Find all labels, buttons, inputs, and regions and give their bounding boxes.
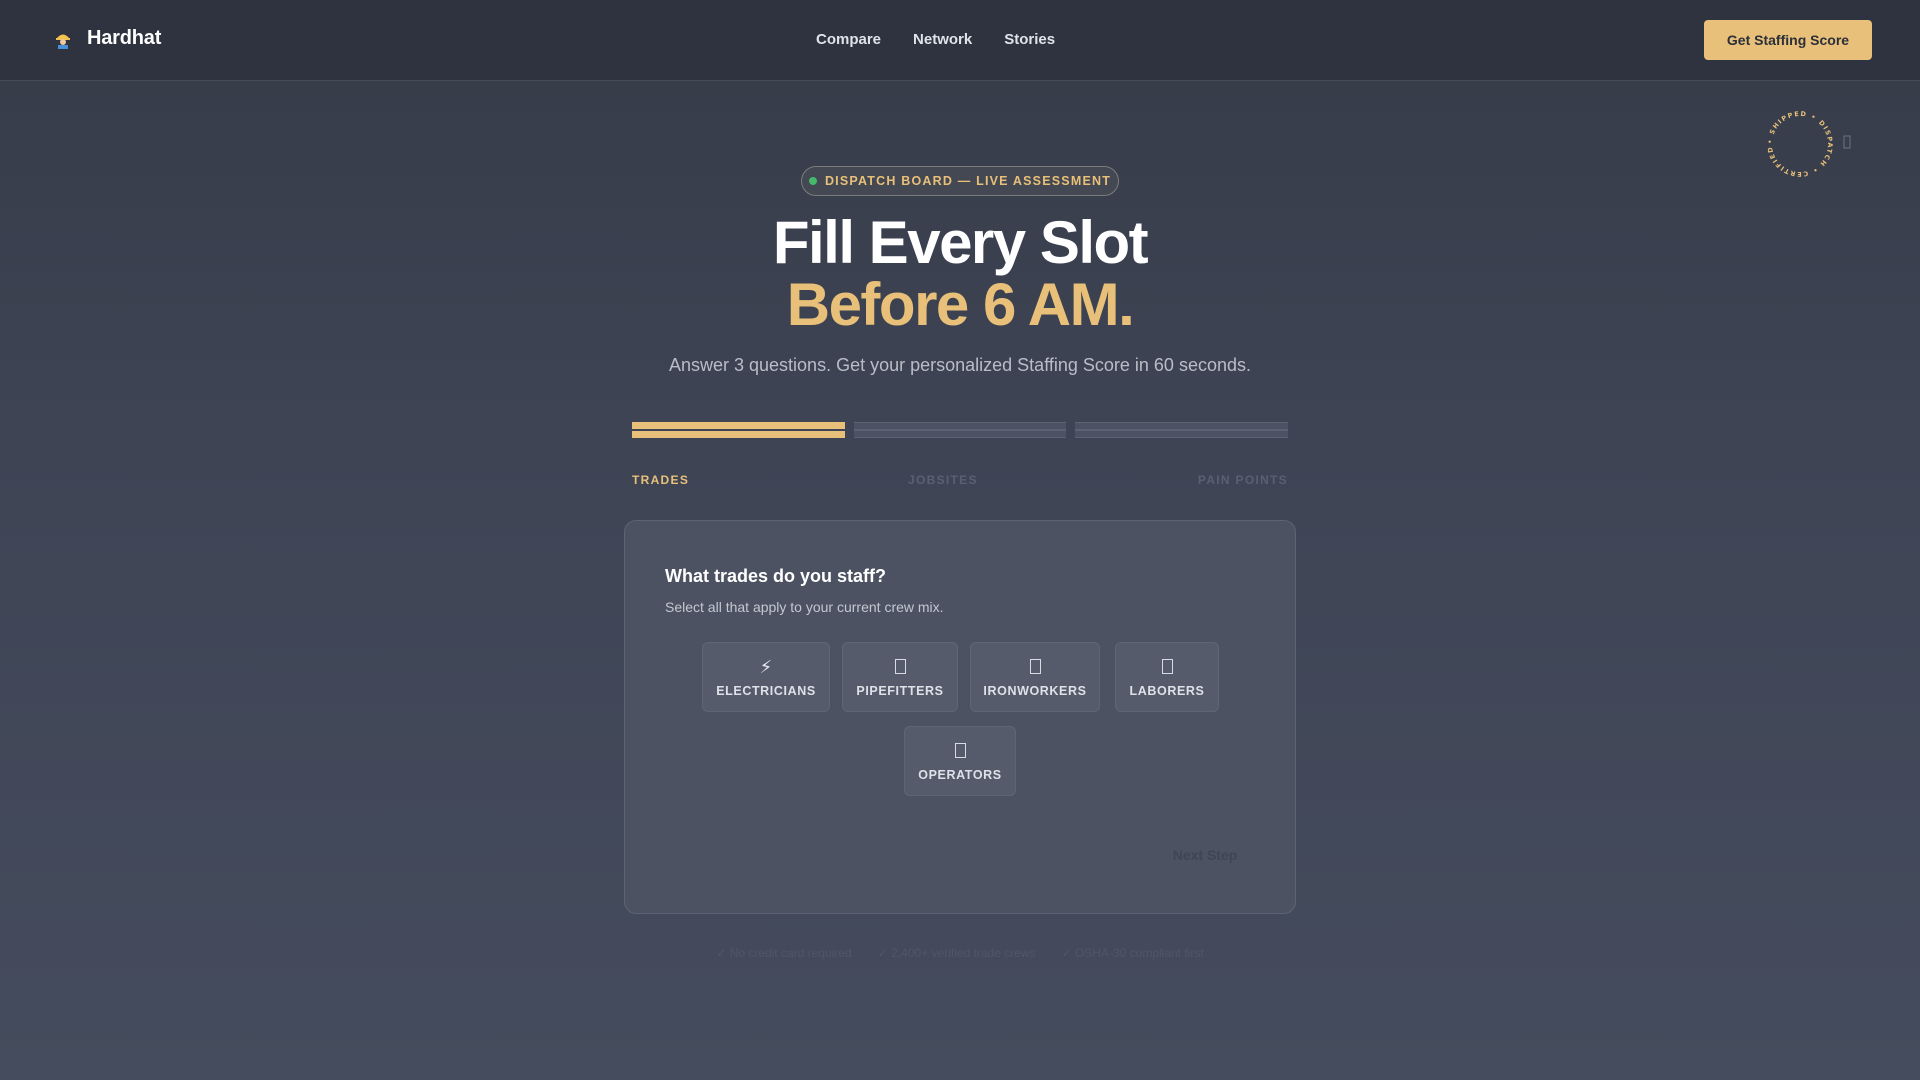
pipe-icon bbox=[894, 657, 906, 677]
progress-segment-3 bbox=[1075, 422, 1289, 438]
live-status-dot bbox=[808, 177, 817, 185]
option-label: ELECTRICIANS bbox=[716, 683, 816, 698]
question-subtitle: Select all that apply to your current cr… bbox=[665, 599, 944, 615]
step-labels: TRADES JOBSITES PAIN POINTS bbox=[632, 473, 1288, 489]
nav-stories[interactable]: Stories bbox=[1004, 31, 1055, 48]
option-laborers[interactable]: LABORERS bbox=[1115, 642, 1219, 712]
brand[interactable]: Hardhat bbox=[53, 27, 161, 50]
main-nav: Compare Network Stories bbox=[816, 31, 1055, 48]
option-label: PIPEFITTERS bbox=[856, 683, 944, 698]
excavator-icon bbox=[954, 741, 966, 761]
hero-subhead: Answer 3 questions. Get your personalize… bbox=[668, 355, 1251, 375]
live-assessment-badge: DISPATCH BOARD — LIVE ASSESSMENT bbox=[801, 166, 1119, 196]
question-card: What trades do you staff? Select all tha… bbox=[624, 520, 1296, 914]
nav-compare[interactable]: Compare bbox=[816, 31, 881, 48]
step-progress-bar bbox=[632, 422, 1289, 438]
trust-item: ✓ No credit card required bbox=[716, 946, 852, 960]
beam-icon bbox=[1029, 657, 1041, 677]
shovel-icon bbox=[1161, 657, 1173, 677]
option-label: LABORERS bbox=[1129, 683, 1205, 698]
stamp-text: • SHIPPED • DISPATCH • CERTIFIED • bbox=[1762, 106, 1833, 178]
brand-name: Hardhat bbox=[87, 27, 162, 49]
step-label-pain-points: PAIN POINTS bbox=[1197, 473, 1288, 487]
option-electricians[interactable]: ⚡ ELECTRICIANS bbox=[702, 642, 830, 712]
headline-line-2: Before 6 AM. bbox=[786, 271, 1135, 338]
option-ironworkers[interactable]: IRONWORKERS bbox=[970, 642, 1100, 712]
lightning-bolt-icon: ⚡ bbox=[759, 656, 773, 677]
headline-line-1: Fill Every Slot bbox=[772, 209, 1149, 276]
option-pipefitters[interactable]: PIPEFITTERS bbox=[842, 642, 958, 712]
option-operators[interactable]: OPERATORS bbox=[904, 726, 1016, 796]
option-label: OPERATORS bbox=[918, 767, 1002, 782]
circular-stamp-icon: • SHIPPED • DISPATCH • CERTIFIED • bbox=[1762, 106, 1851, 178]
nav-network[interactable]: Network bbox=[913, 31, 972, 48]
progress-segment-2 bbox=[853, 422, 1067, 438]
hero-headline: Fill Every Slot Before 6 AM. bbox=[0, 212, 1920, 336]
option-label: IRONWORKERS bbox=[983, 683, 1087, 698]
trust-item: ✓ OSHA-30 compliant first bbox=[1061, 946, 1204, 960]
trust-item: ✓ 2,400+ verified trade crews bbox=[877, 946, 1036, 960]
badge-label: DISPATCH BOARD — LIVE ASSESSMENT bbox=[824, 174, 1112, 188]
construction-worker-icon bbox=[56, 34, 70, 49]
trust-strip: ✓ No credit card required ✓ 2,400+ verif… bbox=[0, 946, 1920, 960]
svg-text:• SHIPPED • DISPATCH • CERTIFI: • SHIPPED • DISPATCH • CERTIFIED • bbox=[1762, 106, 1834, 178]
next-step-button[interactable]: Next Step bbox=[1145, 843, 1265, 867]
get-staffing-score-button[interactable]: Get Staffing Score bbox=[1704, 20, 1872, 60]
step-label-jobsites: JOBSITES bbox=[908, 473, 978, 487]
progress-segment-1 bbox=[632, 422, 845, 438]
question-title: What trades do you staff? bbox=[665, 566, 887, 586]
top-navbar: Hardhat Compare Network Stories Get Staf… bbox=[0, 0, 1920, 81]
step-label-trades: TRADES bbox=[632, 473, 690, 487]
